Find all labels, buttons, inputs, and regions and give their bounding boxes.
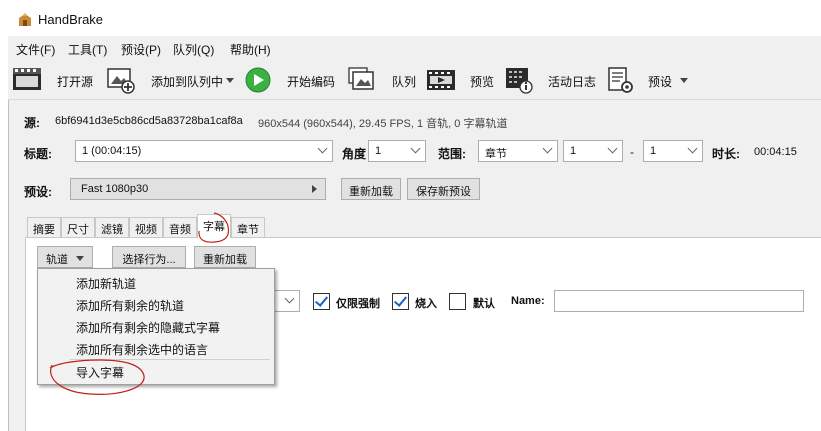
burn-in-label: 烧入 bbox=[415, 298, 437, 310]
queue-icon[interactable] bbox=[347, 66, 377, 94]
add-to-queue-icon[interactable] bbox=[106, 66, 136, 94]
preview-icon[interactable] bbox=[426, 66, 456, 94]
menu-separator bbox=[70, 359, 270, 360]
source-filename: 6bf6941d3e5cb86cd5a83728ba1caf8a bbox=[55, 115, 243, 127]
range-end-select[interactable]: 1 bbox=[643, 140, 703, 162]
save-new-preset-button[interactable]: 保存新预设 bbox=[407, 178, 480, 200]
reload-subtitles-button[interactable]: 重新加载 bbox=[194, 246, 256, 268]
title-select[interactable]: 1 (00:04:15) bbox=[75, 140, 333, 162]
duration-label: 时长: bbox=[712, 147, 740, 161]
angle-select[interactable]: 1 bbox=[368, 140, 426, 162]
range-type-select[interactable]: 章节 bbox=[478, 140, 558, 162]
duration-value: 00:04:15 bbox=[754, 146, 797, 158]
queue-button[interactable]: 队列 bbox=[392, 73, 416, 90]
presets-button[interactable]: 预设 bbox=[648, 73, 672, 90]
menu-item-add-all-remaining-cc[interactable]: 添加所有剩余的隐藏式字幕 bbox=[76, 319, 220, 336]
tab-video[interactable]: 视频 bbox=[129, 217, 163, 237]
forced-only-label: 仅限强制 bbox=[336, 298, 380, 310]
angle-label: 角度 bbox=[342, 147, 367, 161]
source-label: 源: bbox=[24, 116, 40, 130]
menu-queue[interactable]: 队列(Q) bbox=[173, 41, 214, 58]
source-info: 960x544 (960x544), 29.45 FPS, 1 音轨, 0 字幕… bbox=[258, 118, 508, 130]
range-label: 范围: bbox=[438, 147, 466, 161]
open-source-icon[interactable] bbox=[12, 66, 42, 94]
presets-dropdown-icon[interactable] bbox=[680, 78, 688, 83]
tab-filters[interactable]: 滤镜 bbox=[95, 217, 129, 237]
open-source-button[interactable]: 打开源 bbox=[57, 73, 93, 90]
add-to-queue-button[interactable]: 添加到队列中 bbox=[151, 73, 223, 90]
window-title: HandBrake bbox=[38, 12, 104, 27]
menu-file[interactable]: 文件(F) bbox=[16, 41, 55, 58]
tab-dimensions[interactable]: 尺寸 bbox=[61, 217, 95, 237]
tab-summary[interactable]: 摘要 bbox=[27, 217, 61, 237]
range-separator: - bbox=[630, 145, 634, 159]
presets-icon[interactable] bbox=[606, 66, 636, 94]
start-encode-button[interactable]: 开始编码 bbox=[287, 73, 335, 90]
menu-presets[interactable]: 预设(P) bbox=[121, 41, 161, 58]
title-bar bbox=[8, 0, 821, 36]
menu-tools[interactable]: 工具(T) bbox=[68, 41, 107, 58]
start-encode-icon[interactable] bbox=[243, 66, 273, 94]
default-label: 默认 bbox=[473, 298, 495, 310]
tab-audio[interactable]: 音频 bbox=[163, 217, 197, 237]
choose-behavior-button[interactable]: 选择行为... bbox=[112, 246, 186, 268]
activity-log-button[interactable]: 活动日志 bbox=[548, 73, 596, 90]
activity-log-icon[interactable] bbox=[504, 66, 534, 94]
preset-label: 预设: bbox=[24, 185, 52, 199]
name-input[interactable] bbox=[554, 290, 804, 312]
reload-preset-button[interactable]: 重新加载 bbox=[341, 178, 401, 200]
menu-help[interactable]: 帮助(H) bbox=[230, 41, 271, 58]
preview-button[interactable]: 预览 bbox=[470, 73, 494, 90]
title-label: 标题: bbox=[24, 147, 52, 161]
default-checkbox[interactable] bbox=[449, 293, 466, 310]
name-label: Name: bbox=[511, 295, 545, 307]
preset-select[interactable]: Fast 1080p30 bbox=[70, 178, 326, 200]
menu-item-add-all-remaining-tracks[interactable]: 添加所有剩余的轨道 bbox=[76, 297, 184, 314]
range-start-select[interactable]: 1 bbox=[563, 140, 623, 162]
tracks-button[interactable]: 轨道 bbox=[37, 246, 93, 268]
chevron-right-icon bbox=[312, 185, 317, 193]
tab-subtitles[interactable]: 字幕 bbox=[197, 214, 231, 238]
tab-chapters[interactable]: 章节 bbox=[231, 217, 265, 237]
menu-item-add-new-track[interactable]: 添加新轨道 bbox=[76, 275, 136, 292]
menu-item-add-remaining-selected-languages[interactable]: 添加所有剩余选中的语言 bbox=[76, 341, 208, 358]
handbrake-logo-icon bbox=[19, 13, 31, 26]
burn-in-checkbox[interactable] bbox=[392, 293, 409, 310]
forced-only-checkbox[interactable] bbox=[313, 293, 330, 310]
chevron-down-icon bbox=[76, 256, 84, 261]
add-to-queue-dropdown-icon[interactable] bbox=[226, 78, 234, 83]
menu-item-import-subtitles[interactable]: 导入字幕 bbox=[76, 364, 124, 381]
